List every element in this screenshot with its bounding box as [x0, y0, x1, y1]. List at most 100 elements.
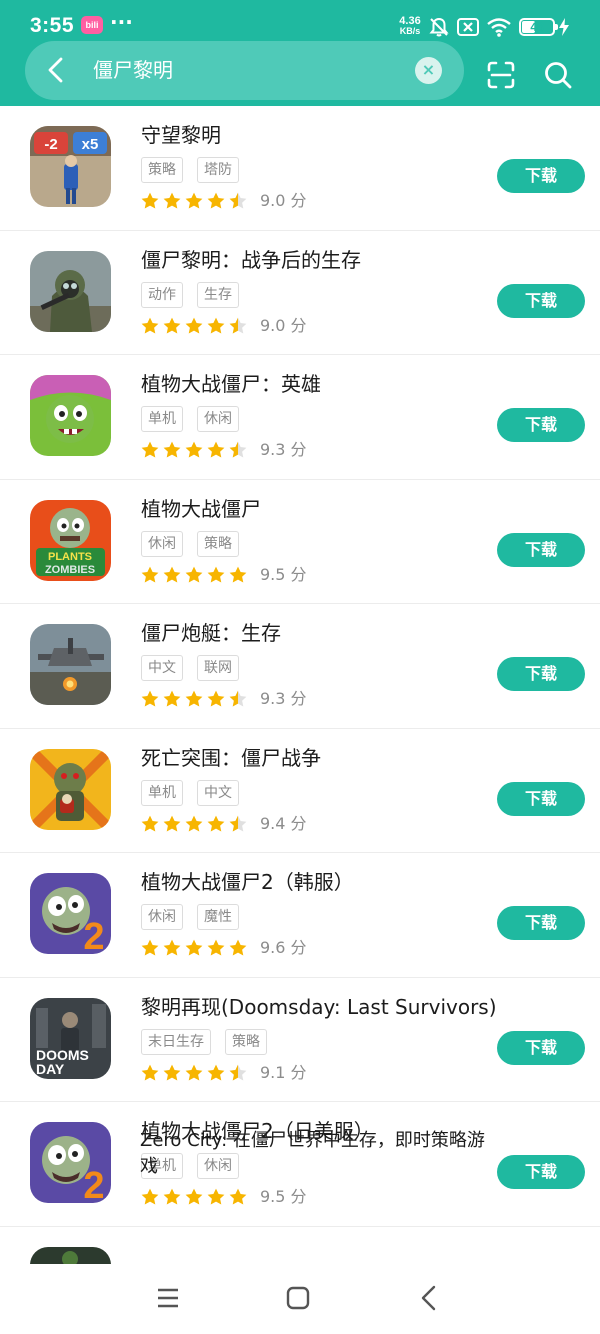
app-name[interactable]: 死亡突围：僵尸战争: [141, 743, 321, 773]
app-tags: 策略 塔防: [141, 157, 239, 183]
star-icon: [229, 192, 247, 209]
star-icon: [141, 939, 159, 956]
star-icon: [185, 939, 203, 956]
search-input[interactable]: 僵尸黎明: [93, 56, 173, 84]
app-tag: 中文: [197, 779, 239, 806]
app-row[interactable]: DOOMS DAY 黎明再现(Doomsday: Last Survivors) 末日…: [0, 977, 600, 1102]
star-icon: [229, 815, 247, 831]
app-tag: 单机: [141, 779, 183, 806]
app-tags: 末日生存 策略: [141, 1028, 267, 1055]
search-bar[interactable]: [25, 41, 464, 100]
app-name[interactable]: 守望黎明: [141, 120, 221, 150]
pvz-icon[interactable]: PLANTS ZOMBIES: [30, 499, 111, 581]
star-icon: [229, 1064, 247, 1080]
app-row[interactable]: 2 植物大战僵尸2（韩服） 休闲 魔性 9.6 分 下载: [0, 853, 600, 978]
star-icon: [163, 690, 181, 707]
app-name[interactable]: 黎明再现(Doomsday: Last Survivors): [141, 992, 497, 1022]
gunship-icon[interactable]: [30, 624, 111, 705]
nav-back-icon[interactable]: [418, 1284, 440, 1312]
rating-stars: [140, 565, 248, 585]
app-tag: 策略: [197, 530, 239, 557]
download-button[interactable]: 下载: [497, 283, 585, 318]
star-icon: [207, 815, 225, 831]
app-rating: 9.0 分: [140, 190, 307, 212]
zero-city-icon[interactable]: [30, 1246, 111, 1264]
recent-apps-icon[interactable]: [156, 1286, 180, 1310]
app-row[interactable]: 植物大战僵尸：英雄 单机 休闲 9.3 分 下载: [0, 355, 600, 480]
star-icon: [141, 690, 159, 707]
app-row[interactable]: PLANTS ZOMBIES 植物大战僵尸 休闲 策略 9.5 分 下载: [0, 479, 600, 604]
star-icon: [229, 441, 247, 458]
star-icon: [229, 1188, 247, 1205]
app-tags: 中文 联网: [141, 655, 239, 681]
watch-dawn-icon[interactable]: -2 x5: [30, 126, 111, 207]
app-tag: 策略: [141, 157, 183, 183]
download-button[interactable]: 下载: [497, 781, 585, 816]
charging-bolt-icon: [559, 18, 569, 36]
app-row[interactable]: 僵尸黎明：战争后的生存 动作 生存 9.0 分 下载: [0, 230, 600, 355]
app-row[interactable]: 僵尸炮艇：生存 中文 联网 9.3 分 下载: [0, 604, 600, 729]
svg-text:2: 2: [83, 1165, 104, 1203]
doomsday-icon[interactable]: DOOMS DAY: [30, 997, 111, 1079]
clear-search-button[interactable]: ×: [415, 57, 442, 84]
app-tag: 策略: [225, 1028, 267, 1055]
download-button[interactable]: 下载: [497, 408, 585, 442]
star-icon: [163, 192, 181, 209]
star-icon: [163, 939, 181, 956]
search-icon[interactable]: [543, 60, 573, 90]
app-tags: 单机 中文: [141, 779, 239, 806]
svg-text:DAY: DAY: [36, 1061, 65, 1077]
battery-indicator: 48: [519, 18, 558, 36]
pvz2-icon[interactable]: 2: [30, 1122, 111, 1203]
star-icon: [163, 1188, 181, 1205]
app-name[interactable]: 僵尸黎明：战争后的生存: [141, 245, 361, 275]
app-tag: 中文: [141, 655, 183, 681]
star-icon: [185, 566, 203, 582]
download-button[interactable]: 下载: [497, 657, 585, 691]
back-arrow-icon[interactable]: [44, 56, 68, 84]
app-name[interactable]: 植物大战僵尸：英雄: [141, 369, 321, 399]
soldier-gasmask-icon[interactable]: [30, 250, 111, 332]
rating-score: 9.5 分: [260, 1187, 307, 1206]
search-results-list[interactable]: -2 x5 守望黎明 策略 塔防 9.0 分下载 僵尸黎明：战争后的生存 动作 生存 9.0 分下…: [0, 106, 600, 1264]
app-row[interactable]: -2 x5 守望黎明策略 塔防 9.0 分 下载: [0, 106, 600, 231]
pvz2-icon[interactable]: 2: [30, 873, 111, 954]
download-button[interactable]: 下载: [497, 1030, 585, 1065]
app-name[interactable]: 植物大战僵尸: [141, 494, 261, 524]
app-tag: 末日生存: [141, 1028, 211, 1055]
partial-app-name[interactable]: Zero City: 在僵尸世界中生存，即时策略游戏: [140, 1128, 500, 1180]
rating-score: 9.0 分: [260, 315, 307, 335]
app-rating: 9.6 分: [140, 937, 307, 959]
app-name[interactable]: 植物大战僵尸2（韩服）: [141, 867, 354, 897]
star-icon: [229, 317, 247, 333]
app-tag: 休闲: [141, 904, 183, 930]
star-icon: [229, 939, 247, 956]
svg-text:PLANTS: PLANTS: [48, 551, 92, 563]
star-icon: [207, 690, 225, 707]
svg-text:ZOMBIES: ZOMBIES: [45, 564, 95, 576]
home-icon[interactable]: [286, 1286, 310, 1310]
app-name[interactable]: 僵尸炮艇：生存: [141, 618, 281, 648]
star-icon: [185, 317, 203, 333]
network-speed: 4.36 KB/s: [396, 16, 424, 37]
star-icon: [207, 1188, 225, 1205]
app-row[interactable]: 死亡突围：僵尸战争 单机 中文 9.4 分 下载: [0, 728, 600, 853]
download-button[interactable]: 下载: [497, 532, 585, 567]
star-icon: [207, 1064, 225, 1080]
download-button[interactable]: 下载: [497, 159, 585, 193]
download-button[interactable]: 下载: [497, 1155, 585, 1189]
star-icon: [207, 441, 225, 458]
app-rating: 9.0 分: [140, 315, 307, 337]
star-icon: [141, 1064, 159, 1080]
star-icon: [185, 815, 203, 831]
star-icon: [141, 441, 159, 458]
dead-ahead-icon[interactable]: [30, 748, 111, 830]
pvz-heroes-icon[interactable]: [30, 375, 111, 456]
download-button[interactable]: 下载: [497, 906, 585, 940]
star-icon: [229, 566, 247, 582]
app-tag: 动作: [141, 281, 183, 308]
scan-icon[interactable]: [486, 60, 516, 90]
app-row-partial[interactable]: [0, 1226, 600, 1264]
star-icon: [163, 1064, 181, 1080]
star-icon: [185, 1064, 203, 1080]
